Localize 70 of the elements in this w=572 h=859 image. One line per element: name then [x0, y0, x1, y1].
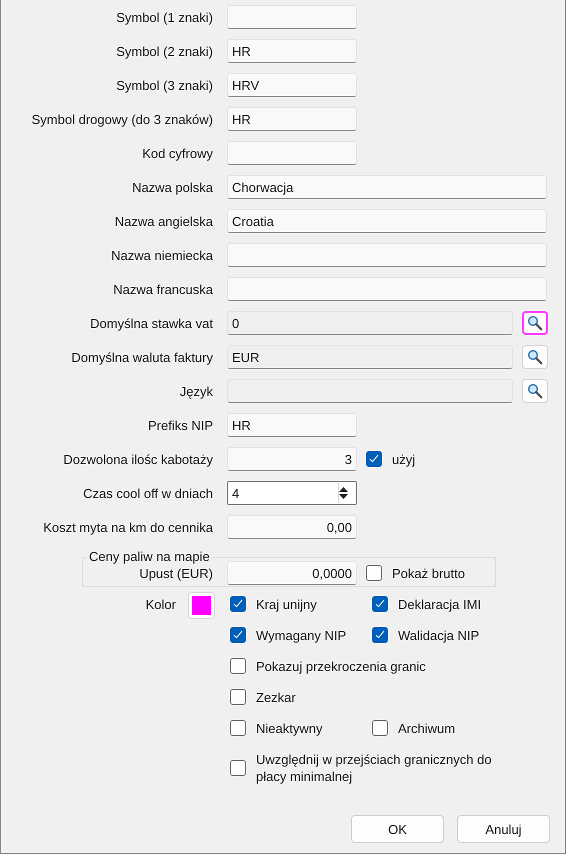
input-field[interactable]	[227, 243, 547, 267]
search-icon	[527, 383, 543, 399]
ok-button[interactable]: OK	[351, 815, 444, 843]
checkbox-label: Deklaracja IMI	[398, 596, 482, 612]
checkbox[interactable]	[230, 658, 246, 674]
input-field[interactable]: 3	[227, 447, 357, 471]
search-button[interactable]	[522, 345, 548, 369]
checkbox[interactable]	[366, 565, 382, 581]
checkbox-label: Zezkar	[256, 690, 296, 704]
field-label: Prefiks NIP	[146, 418, 213, 432]
checkbox-label: Uwzględnij w przejściach granicznych do płacy minimalnej	[256, 751, 493, 785]
down-arrow-icon[interactable]	[339, 494, 348, 499]
color-picker-button[interactable]	[188, 592, 215, 619]
input-field[interactable]: HR	[227, 39, 357, 63]
field-label: Dozwolona ilośc kabotaży	[62, 452, 213, 466]
input-field[interactable]: 0,0000	[227, 561, 357, 585]
field-label: Symbol drogowy (do 3 znaków)	[30, 112, 213, 126]
checkbox[interactable]	[230, 689, 246, 705]
field-label: Symbol (2 znaki)	[115, 44, 213, 58]
field-label: Symbol (3 znaki)	[115, 78, 213, 92]
checkbox-label: Wymagany NIP	[256, 628, 346, 642]
field-label: Kolor	[144, 597, 176, 612]
checkbox[interactable]	[366, 451, 382, 467]
input-field[interactable]: 0,00	[227, 515, 357, 539]
checkbox[interactable]	[230, 627, 246, 643]
cancel-button[interactable]: Anuluj	[457, 815, 550, 843]
input-field[interactable]	[227, 379, 513, 403]
input-field[interactable]: HR	[227, 107, 357, 131]
input-field[interactable]	[227, 5, 357, 29]
search-button[interactable]	[522, 379, 548, 403]
checkbox-label: Walidacja NIP	[398, 628, 480, 642]
field-label: Język	[178, 384, 213, 398]
field-value: 4	[232, 486, 240, 500]
search-icon	[527, 315, 543, 331]
field-label: Nazwa francuska	[112, 282, 213, 296]
checkbox[interactable]	[230, 760, 246, 776]
input-field[interactable]: Chorwacja	[227, 175, 547, 199]
checkbox[interactable]	[372, 720, 388, 736]
field-label: Nazwa polska	[131, 180, 213, 194]
checkbox-label: Kraj unijny	[256, 596, 317, 612]
search-icon	[527, 349, 543, 365]
input-field[interactable]: EUR	[227, 345, 513, 369]
checkbox[interactable]	[372, 627, 388, 643]
field-label: Upust (EUR)	[138, 566, 213, 580]
checkbox[interactable]	[372, 596, 388, 612]
checkbox[interactable]	[230, 596, 246, 612]
field-label: Symbol (1 znaki)	[115, 10, 213, 24]
field-label: Kod cyfrowy	[141, 146, 213, 160]
checkbox-label: Pokazuj przekroczenia granic	[256, 658, 426, 674]
input-field[interactable]: HRV	[227, 73, 357, 97]
field-label: Domyślna waluta faktury	[70, 350, 213, 364]
field-label: Czas cool off w dniach	[82, 486, 213, 500]
input-field[interactable]	[227, 277, 547, 301]
up-arrow-icon[interactable]	[339, 487, 348, 492]
input-field[interactable]: Croatia	[227, 209, 547, 233]
checkbox-label: Nieaktywny	[256, 720, 322, 736]
field-label: Nazwa angielska	[114, 214, 213, 228]
group-title: Ceny paliw na mapie	[88, 550, 211, 564]
checkbox-label: użyj	[392, 452, 416, 466]
field-label: Domyślna stawka vat	[89, 316, 213, 330]
search-button[interactable]	[522, 311, 548, 335]
input-field[interactable]: HR	[227, 413, 357, 437]
spin-box[interactable]: 4	[227, 481, 357, 505]
input-field[interactable]: 0	[227, 311, 513, 335]
input-field[interactable]	[227, 141, 357, 165]
checkbox[interactable]	[230, 720, 246, 736]
field-label: Nazwa niemiecka	[110, 248, 213, 262]
checkbox-label: Archiwum	[398, 720, 456, 736]
field-label: Koszt myta na km do cennika	[42, 520, 213, 534]
checkbox-label: Pokaż brutto	[392, 566, 465, 580]
